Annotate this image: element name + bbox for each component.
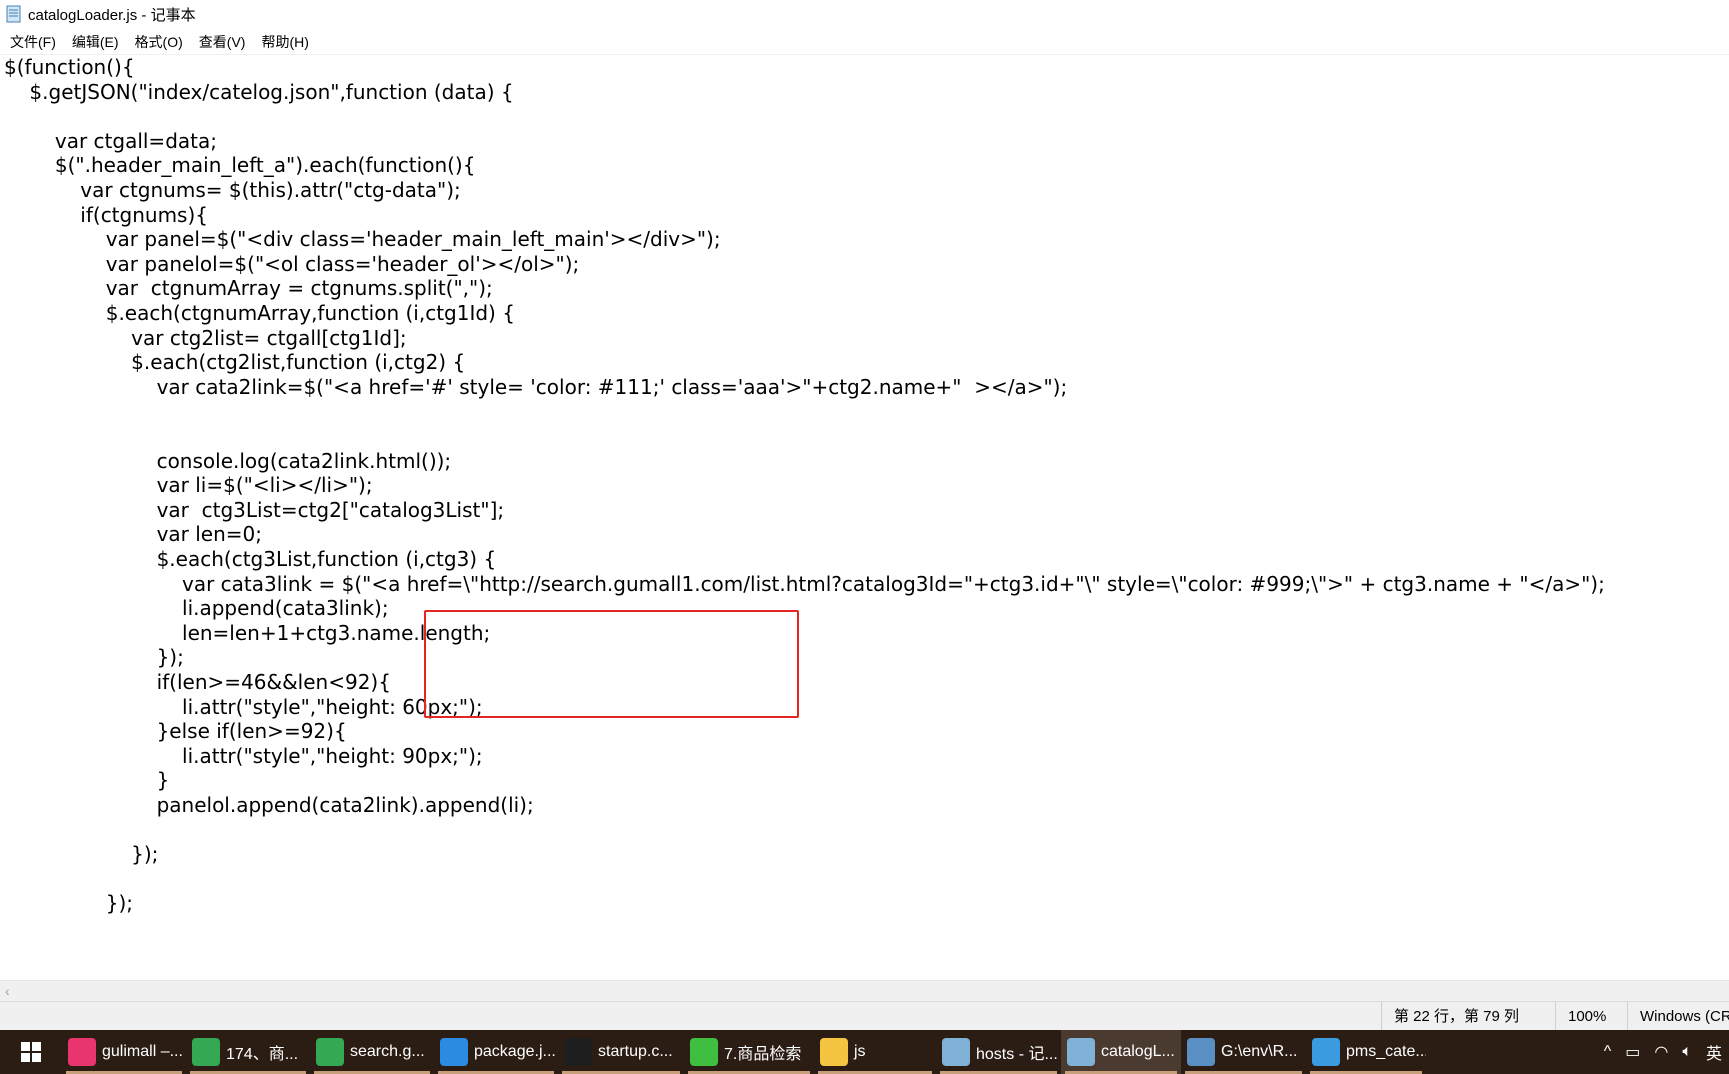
scroll-left-icon[interactable]: ‹	[5, 983, 10, 999]
system-tray: ^ ▭ ◠ 🔈︎ 英	[1597, 1030, 1729, 1074]
chrome-icon	[316, 1038, 344, 1066]
terminal-icon	[564, 1038, 592, 1066]
taskbar-item-label: 7.商品检索	[724, 1046, 802, 1063]
menu-help[interactable]: 帮助(H)	[255, 30, 314, 54]
code-line: $.each(ctg2list,function (i,ctg2) {	[4, 350, 466, 375]
vscode-icon	[440, 1038, 468, 1066]
taskbar-item[interactable]: 7.商品检索	[684, 1030, 814, 1074]
taskbar-item[interactable]: js	[814, 1030, 936, 1074]
battery-icon[interactable]: ▭	[1625, 1042, 1640, 1062]
text-editor-area[interactable]: }); }); panelol.append(cata2link).append…	[0, 55, 1729, 980]
line-ending: Windows (CRLF)	[1627, 1002, 1729, 1031]
taskbar-item[interactable]: startup.c...	[558, 1030, 684, 1074]
code-line: var cata3link = $("<a href=\"http://sear…	[4, 571, 1605, 596]
taskbar-item-label: package.j...	[474, 1043, 556, 1060]
code-line: var panelol=$("<ol class='header_ol'></o…	[4, 251, 580, 276]
menu-file[interactable]: 文件(F)	[4, 30, 62, 54]
notepad-icon	[1067, 1038, 1095, 1066]
menu-view[interactable]: 查看(V)	[193, 30, 252, 54]
code-line: var len=0;	[4, 522, 263, 547]
code-line: var ctgnumArray = ctgnums.split(",");	[4, 276, 493, 301]
taskbar-item-label: js	[854, 1043, 866, 1060]
code-line: var ctgnums= $(this).attr("ctg-data");	[4, 178, 461, 202]
horizontal-scrollbar[interactable]: ‹	[0, 980, 1729, 1002]
code-line: }	[4, 768, 170, 793]
title-bar: catalogLoader.js - 记事本	[0, 0, 1729, 28]
notepad-window: catalogLoader.js - 记事本 文件(F) 编辑(E) 格式(O)…	[0, 0, 1729, 1031]
taskbar-item[interactable]: search.g...	[310, 1030, 434, 1074]
taskbar-item-label: gulimall –...	[102, 1043, 183, 1060]
code-line: });	[4, 891, 133, 916]
code-line: $.each(ctg3List,function (i,ctg3) {	[4, 547, 497, 571]
menu-format[interactable]: 格式(O)	[129, 30, 189, 54]
status-bar: 第 22 行，第 79 列 100% Windows (CRLF)	[0, 1001, 1729, 1031]
code-line: console.log(cata2link.html());	[4, 448, 452, 473]
taskbar-item[interactable]: hosts - 记...	[936, 1030, 1061, 1074]
taskbar-item-label: G:\env\R...	[1221, 1043, 1298, 1060]
windows-taskbar: gulimall –... 174、商... search.g... package.…	[0, 1030, 1729, 1074]
ime-indicator[interactable]: 英	[1706, 1040, 1722, 1064]
tray-chevron-icon[interactable]: ^	[1604, 1043, 1612, 1061]
taskbar-item-label: 174、商...	[226, 1046, 299, 1063]
code-line: li.attr("style","height: 90px;");	[4, 743, 483, 768]
code-line: $.each(ctgnumArray,function (i,ctg1Id) {	[4, 301, 515, 325]
chrome-icon	[192, 1038, 220, 1066]
code-line: var li=$("<li></li>");	[4, 473, 373, 498]
wifi-icon[interactable]: ◠	[1654, 1042, 1668, 1062]
taskbar-item-label: catalogL...	[1101, 1043, 1175, 1060]
code-line: li.attr("style","height: 60px;");	[4, 694, 483, 719]
cursor-position: 第 22 行，第 79 列	[1381, 1002, 1555, 1031]
taskbar-item-label: search.g...	[350, 1043, 425, 1060]
taskbar-item-label: pms_cate...	[1346, 1043, 1426, 1060]
zoom-level: 100%	[1555, 1002, 1627, 1031]
code-line: var panel=$("<div class='header_main_lef…	[4, 227, 721, 252]
taskbar-item[interactable]: pms_cate...	[1306, 1030, 1426, 1074]
notepad-icon	[942, 1038, 970, 1066]
taskbar-item[interactable]: catalogL...	[1061, 1030, 1181, 1074]
code-line: if(ctgnums){	[4, 202, 209, 227]
navicat-icon	[1312, 1038, 1340, 1066]
notepad-icon	[6, 5, 22, 23]
code-line: panelol.append(cata2link).append(li);	[4, 793, 534, 817]
intellij-icon	[68, 1038, 96, 1066]
folder-icon	[820, 1038, 848, 1066]
window-title: catalogLoader.js - 记事本	[28, 6, 196, 24]
code-line: var ctg3List=ctg2["catalog3List"];	[4, 497, 505, 522]
code-line: $.getJSON("index/catelog.json",function …	[4, 79, 514, 104]
code-line: if(len>=46&&len<92){	[4, 670, 391, 694]
start-button[interactable]	[0, 1030, 62, 1074]
volume-icon[interactable]: 🔈︎	[1682, 1043, 1692, 1061]
code-line: var cata2link=$("<a href='#' style= 'col…	[4, 374, 1068, 399]
code-line: });	[4, 645, 184, 670]
taskbar-item-label: hosts - 记...	[976, 1046, 1058, 1063]
code-line: });	[4, 842, 159, 867]
code-line: $(function(){	[4, 55, 135, 79]
menu-edit[interactable]: 编辑(E)	[66, 30, 125, 54]
code-line: }else if(len>=92){	[4, 719, 347, 744]
taskbar-item[interactable]: gulimall –...	[62, 1030, 186, 1074]
taskbar-item[interactable]: G:\env\R...	[1181, 1030, 1306, 1074]
menu-bar: 文件(F) 编辑(E) 格式(O) 查看(V) 帮助(H)	[0, 30, 319, 54]
taskbar-item[interactable]: 174、商...	[186, 1030, 310, 1074]
evernote-icon	[690, 1038, 718, 1066]
explorer-window-icon	[1187, 1038, 1215, 1066]
code-line: var ctgall=data;	[4, 128, 217, 153]
code-line: li.append(cata3link);	[4, 596, 389, 621]
code-line: len=len+1+ctg3.name.length;	[4, 620, 491, 645]
code-line: $(".header_main_left_a").each(function()…	[4, 153, 476, 178]
code-line: var ctg2list= ctgall[ctg1Id];	[4, 325, 407, 350]
taskbar-item[interactable]: package.j...	[434, 1030, 558, 1074]
taskbar-item-label: startup.c...	[598, 1043, 673, 1060]
windows-logo-icon	[21, 1042, 41, 1062]
